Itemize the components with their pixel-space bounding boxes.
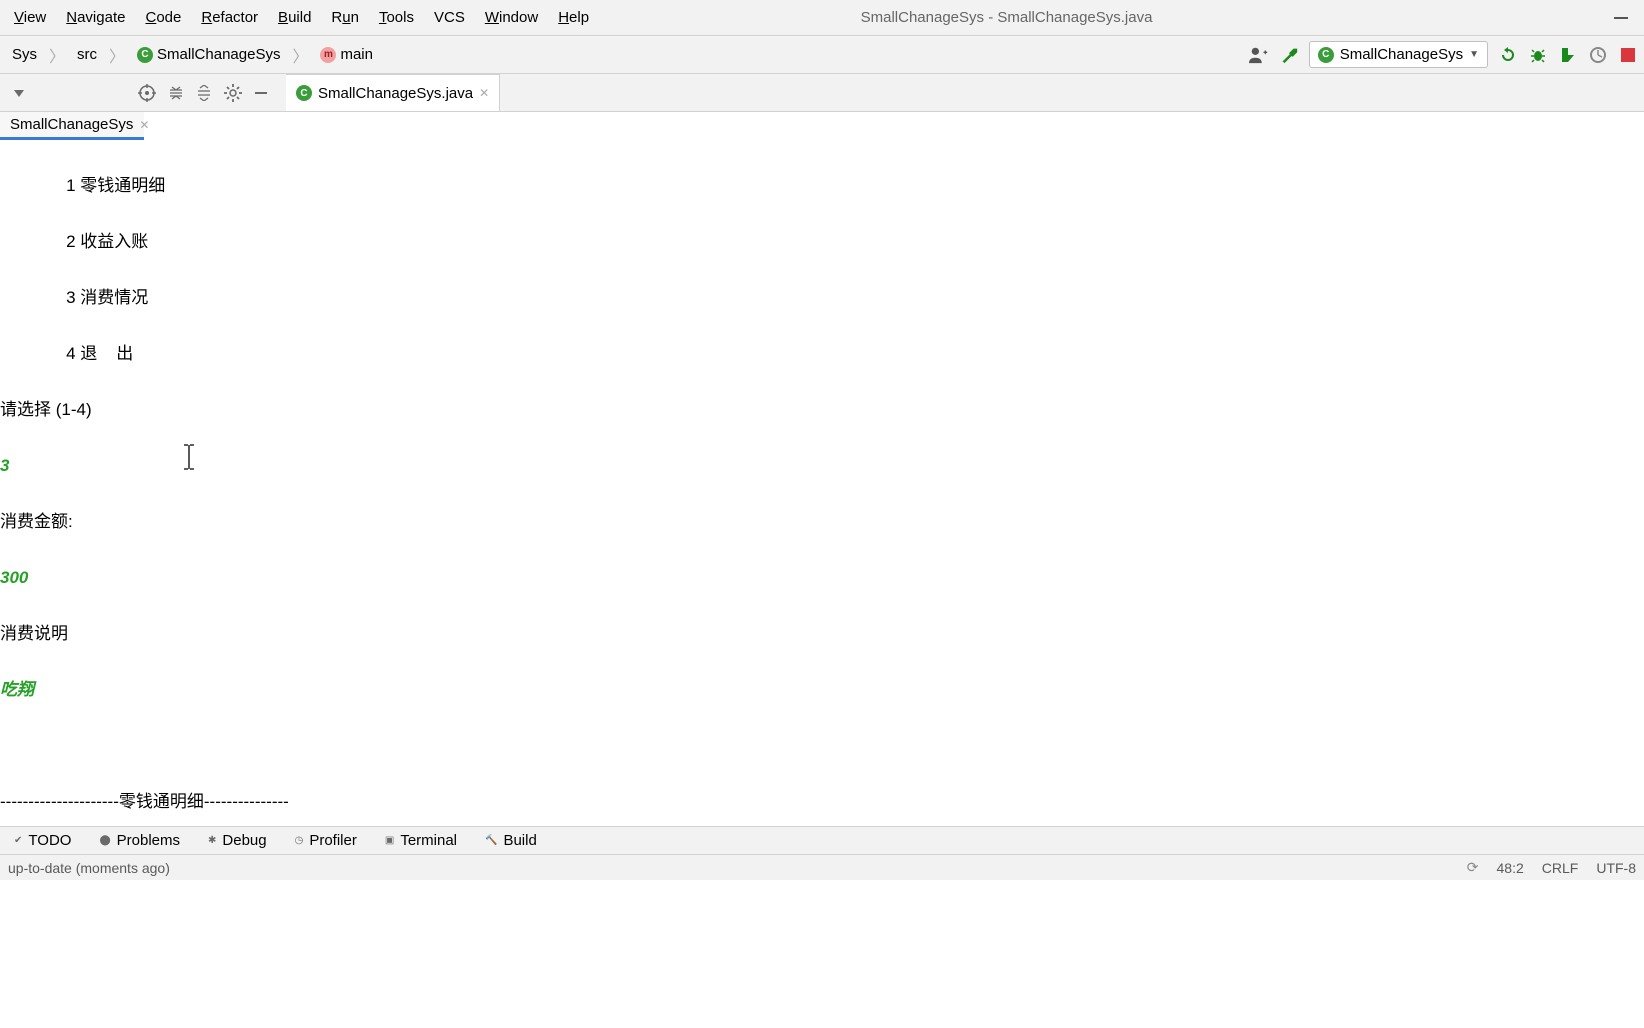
user-icon[interactable] <box>1249 45 1269 65</box>
rerun-icon[interactable] <box>1498 45 1518 65</box>
toolbar-right: C SmallChanageSys ▼ <box>1249 41 1638 68</box>
chevron-icon: 〉 <box>290 43 310 67</box>
crumb-method[interactable]: mmain <box>314 43 379 66</box>
check-icon: ✔ <box>14 835 22 846</box>
bottom-tab-bar: ✔ TODO ⬤ Problems ✱ Debug ◷ Profiler ▣ T… <box>0 826 1644 854</box>
menu-tools[interactable]: Tools <box>369 5 424 30</box>
window-title: SmallChanageSys - SmallChanageSys.java <box>599 9 1614 26</box>
hammer-icon: 🔨 <box>485 835 497 846</box>
text-cursor-icon <box>183 444 195 470</box>
chevron-icon: 〉 <box>107 43 127 67</box>
crumb-class[interactable]: CSmallChanageSys <box>131 43 286 66</box>
chevron-icon: 〉 <box>47 43 67 67</box>
class-icon: C <box>1318 47 1334 63</box>
output-line <box>0 732 1644 760</box>
tab-debug[interactable]: ✱ Debug <box>194 832 281 849</box>
output-line: 1 零钱通明细 <box>0 172 1644 200</box>
crumb-src[interactable]: src <box>71 43 103 66</box>
tab-todo[interactable]: ✔ TODO <box>0 832 85 849</box>
menu-build[interactable]: Build <box>268 5 321 30</box>
menu-vcs[interactable]: VCS <box>424 5 475 30</box>
expand-icon[interactable] <box>168 85 184 101</box>
menu-navigate[interactable]: Navigate <box>56 5 135 30</box>
editor-toolrow: C SmallChanageSys.java ✕ <box>0 74 1644 112</box>
menu-refactor[interactable]: Refactor <box>191 5 268 30</box>
tab-build[interactable]: 🔨 Build <box>471 832 551 849</box>
collapse-icon[interactable] <box>196 85 212 101</box>
crumb-project[interactable]: Sys <box>6 43 43 66</box>
statusbar-right: ⟳ 48:2 CRLF UTF-8 <box>1467 859 1636 876</box>
chevron-down-icon: ▼ <box>1469 49 1479 60</box>
minus-icon[interactable] <box>254 86 268 100</box>
dropdown-icon[interactable] <box>12 86 26 100</box>
hammer-build-icon[interactable] <box>1279 45 1299 65</box>
menu-window[interactable]: Window <box>475 5 548 30</box>
menu-run[interactable]: Run <box>321 5 369 30</box>
minimize-icon[interactable] <box>1614 17 1628 19</box>
close-icon[interactable]: ✕ <box>139 118 149 132</box>
file-encoding[interactable]: UTF-8 <box>1596 860 1636 876</box>
output-line: 2 收益入账 <box>0 228 1644 256</box>
toolbar: Sys 〉 src 〉 CSmallChanageSys 〉 mmain C S… <box>0 36 1644 74</box>
file-tab[interactable]: C SmallChanageSys.java ✕ <box>286 74 500 111</box>
output-line: 请选择 (1-4) <box>0 396 1644 424</box>
window-controls <box>1614 17 1640 19</box>
terminal-icon: ▣ <box>385 835 394 846</box>
class-icon: C <box>137 47 153 63</box>
class-icon: C <box>296 85 312 101</box>
console-tab-label: SmallChanageSys <box>10 116 133 133</box>
menu-code[interactable]: Code <box>135 5 191 30</box>
output-line: 3 消费情况 <box>0 284 1644 312</box>
run-config-select[interactable]: C SmallChanageSys ▼ <box>1309 41 1488 68</box>
console-tab-bar: SmallChanageSys ✕ <box>0 112 144 140</box>
tab-terminal[interactable]: ▣ Terminal <box>371 832 471 849</box>
breadcrumb: Sys 〉 src 〉 CSmallChanageSys 〉 mmain <box>6 43 379 67</box>
alert-icon: ⬤ <box>99 835 110 846</box>
tab-problems[interactable]: ⬤ Problems <box>85 832 194 849</box>
console-output[interactable]: 1 零钱通明细 2 收益入账 3 消费情况 4 退 出 请选择 (1-4) 3 … <box>0 140 1644 826</box>
target-icon[interactable] <box>138 84 156 102</box>
output-line: ---------------------零钱通明细--------------… <box>0 788 1644 816</box>
output-line: 消费金额: <box>0 508 1644 536</box>
file-tab-label: SmallChanageSys.java <box>318 85 473 102</box>
clock-icon: ◷ <box>295 835 304 846</box>
input-line: 3 <box>0 452 1644 480</box>
stop-icon[interactable] <box>1618 45 1638 65</box>
menubar: View Navigate Code Refactor Build Run To… <box>0 0 1644 36</box>
input-line: 300 <box>0 564 1644 592</box>
method-icon: m <box>320 47 336 63</box>
coverage-icon[interactable] <box>1558 45 1578 65</box>
run-config-name: SmallChanageSys <box>1340 46 1463 63</box>
input-line: 吃翔 <box>0 676 1644 704</box>
cursor-position[interactable]: 48:2 <box>1497 860 1524 876</box>
profile-icon[interactable] <box>1588 45 1608 65</box>
gear-icon[interactable] <box>224 84 242 102</box>
tab-profiler[interactable]: ◷ Profiler <box>281 832 371 849</box>
console-tab[interactable]: SmallChanageSys ✕ <box>0 112 159 137</box>
close-icon[interactable]: ✕ <box>479 86 489 100</box>
menu-help[interactable]: Help <box>548 5 599 30</box>
status-message: up-to-date (moments ago) <box>8 860 170 876</box>
menu-view[interactable]: View <box>4 5 56 30</box>
statusbar: up-to-date (moments ago) ⟳ 48:2 CRLF UTF… <box>0 854 1644 880</box>
debug-icon[interactable] <box>1528 45 1548 65</box>
sync-icon[interactable]: ⟳ <box>1467 859 1479 876</box>
line-separator[interactable]: CRLF <box>1542 860 1579 876</box>
output-line: 4 退 出 <box>0 340 1644 368</box>
output-line: 消费说明 <box>0 620 1644 648</box>
bug-icon: ✱ <box>208 835 216 846</box>
